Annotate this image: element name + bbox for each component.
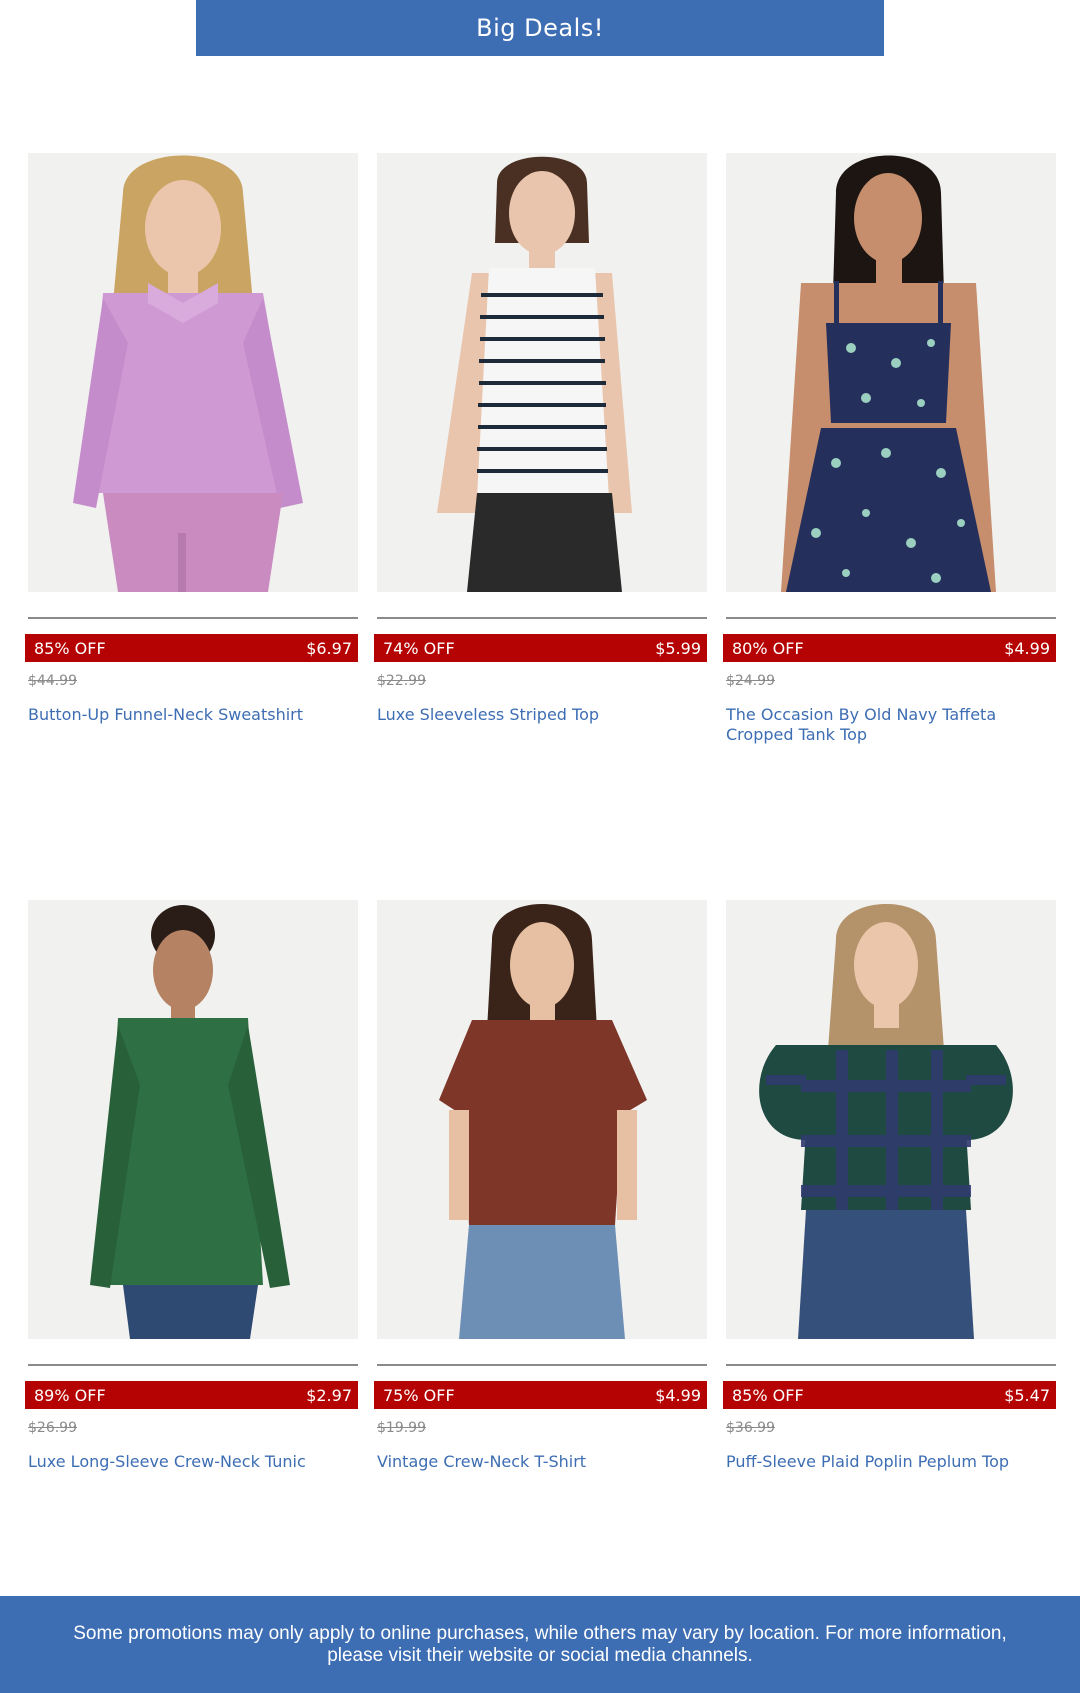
original-price: $36.99 [726,1420,775,1436]
deal-badge: 75% OFF $4.99 [374,1381,707,1409]
discount-label: 85% OFF [732,1385,804,1405]
discount-label: 80% OFF [732,638,804,658]
divider [726,1364,1056,1366]
product-image[interactable] [377,153,707,592]
divider [377,1364,707,1366]
product-name-link[interactable]: Button-Up Funnel-Neck Sweatshirt [28,705,358,725]
sale-price: $6.97 [306,638,352,658]
discount-label: 75% OFF [383,1385,455,1405]
sale-price: $4.99 [1004,638,1050,658]
deal-badge: 85% OFF $5.47 [723,1381,1056,1409]
big-deals-banner: Big Deals! [196,0,884,56]
product-image[interactable] [28,900,358,1339]
deal-badge: 74% OFF $5.99 [374,634,707,662]
sale-price: $5.99 [655,638,701,658]
promo-disclaimer-footer: Some promotions may only apply to online… [0,1596,1080,1693]
original-price: $44.99 [28,673,77,689]
divider [726,617,1056,619]
product-name-link[interactable]: Luxe Sleeveless Striped Top [377,705,707,725]
discount-label: 85% OFF [34,638,106,658]
sale-price: $5.47 [1004,1385,1050,1405]
deal-badge: 89% OFF $2.97 [25,1381,358,1409]
product-image[interactable] [28,153,358,592]
divider [28,1364,358,1366]
divider [28,617,358,619]
sale-price: $4.99 [655,1385,701,1405]
divider [377,617,707,619]
product-name-link[interactable]: The Occasion By Old Navy Taffeta Cropped… [726,705,1056,745]
deal-badge: 80% OFF $4.99 [723,634,1056,662]
product-image[interactable] [726,153,1056,592]
deal-badge: 85% OFF $6.97 [25,634,358,662]
sale-price: $2.97 [306,1385,352,1405]
product-name-link[interactable]: Luxe Long-Sleeve Crew-Neck Tunic [28,1452,358,1472]
disclaimer-text: Some promotions may only apply to online… [73,1622,1007,1666]
original-price: $26.99 [28,1420,77,1436]
product-name-link[interactable]: Puff-Sleeve Plaid Poplin Peplum Top [726,1452,1056,1472]
original-price: $19.99 [377,1420,426,1436]
banner-title: Big Deals! [476,14,604,42]
product-image[interactable] [726,900,1056,1339]
original-price: $22.99 [377,673,426,689]
product-name-link[interactable]: Vintage Crew-Neck T-Shirt [377,1452,707,1472]
original-price: $24.99 [726,673,775,689]
product-image[interactable] [377,900,707,1339]
discount-label: 89% OFF [34,1385,106,1405]
discount-label: 74% OFF [383,638,455,658]
